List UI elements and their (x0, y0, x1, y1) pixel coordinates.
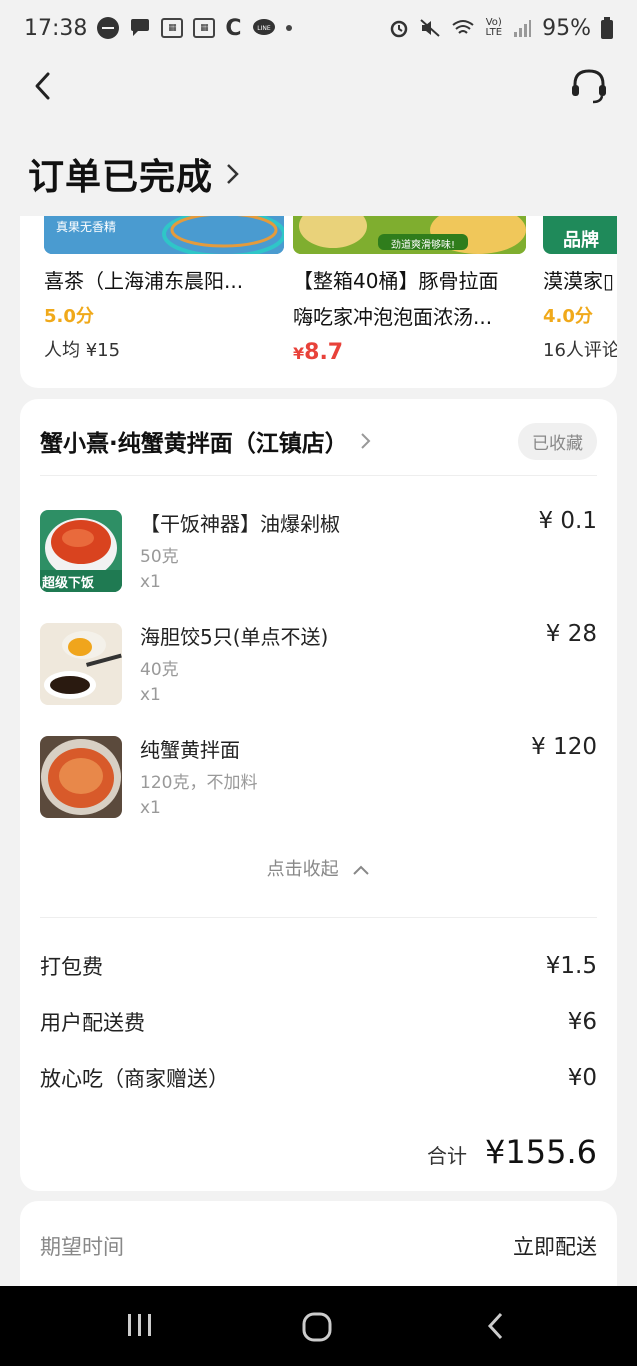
chevron-right-icon[interactable] (360, 431, 372, 451)
recommendation-score: 4.0分 (543, 306, 593, 327)
expected-time-label: 期望时间 (40, 1235, 124, 1259)
divider (40, 475, 597, 476)
recommendation-item[interactable]: 真果无香精 喜茶（上海浦东晨阳... 5.0分 人均 ¥15 (44, 216, 284, 362)
chevron-right-icon (227, 164, 239, 184)
item-name: 纯蟹黄拌面 (140, 738, 240, 762)
shop-header: 蟹小熹·纯蟹黄拌面（江镇店） 已收藏 (40, 421, 597, 461)
order-detail-card: 蟹小熹·纯蟹黄拌面（江镇店） 已收藏 超级下饭 【干饭神器】油爆剁椒 50克 x… (20, 399, 617, 1191)
recommendation-image: 劲道爽滑够味! (293, 216, 526, 254)
fee-row-delivery: 用户配送费 ¥6 (40, 1007, 597, 1037)
shop-name[interactable]: 蟹小熹·纯蟹黄拌面（江镇店） (40, 424, 348, 458)
back-arrow-icon (35, 72, 50, 100)
fee-value: ¥0 (567, 1065, 597, 1091)
home-button[interactable] (300, 1310, 340, 1344)
chevron-up-icon (353, 865, 370, 875)
alarm-icon (389, 18, 409, 38)
order-item[interactable]: 纯蟹黄拌面 120克，不加料 x1 ¥ 120 (40, 734, 597, 836)
total-row: 合计 ¥155.6 (427, 1133, 597, 1171)
collapse-label: 点击收起 (266, 859, 339, 880)
battery-icon (601, 17, 613, 39)
item-price: ¥ 28 (545, 621, 597, 647)
recommendation-item[interactable]: 品牌 漠漠家▯ 4.0分 16人评论 (543, 216, 617, 362)
status-time: 17:38 (24, 15, 88, 41)
expected-time-row: 期望时间 立即配送 (40, 1231, 597, 1261)
headset-icon (572, 69, 606, 104)
item-quantity: x1 (140, 572, 161, 592)
order-status-title-row[interactable]: 订单已完成 (28, 148, 241, 200)
line-icon: LINE (252, 18, 276, 38)
c-app-icon: C (225, 15, 242, 41)
item-price: ¥ 120 (531, 734, 597, 760)
collapse-button[interactable]: 点击收起 (20, 855, 617, 881)
fee-row-packaging: 打包费 ¥1.5 (40, 951, 597, 981)
wifi-icon (451, 18, 475, 38)
home-icon (302, 1312, 332, 1342)
recommendation-image: 品牌 (543, 216, 617, 254)
fee-label: 用户配送费 (40, 1011, 145, 1035)
item-quantity: x1 (140, 798, 161, 818)
app-notification-icon: ▦ (161, 18, 184, 38)
top-nav (0, 56, 637, 116)
currency-symbol: ¥ (293, 344, 305, 363)
fee-label: 放心吃（商家赠送） (40, 1067, 229, 1091)
back-button[interactable] (28, 68, 60, 104)
recommendation-price-value: 8.7 (304, 340, 344, 365)
mute-icon (419, 18, 441, 38)
fee-value: ¥1.5 (545, 953, 597, 979)
recommendation-carousel: 真果无香精 喜茶（上海浦东晨阳... 5.0分 人均 ¥15 劲道爽滑够味! 【… (20, 216, 617, 388)
recommendation-item[interactable]: 劲道爽滑够味! 【整箱40桶】豚骨拉面 嗨吃家冲泡泡面浓汤... ¥8.7 (293, 216, 526, 365)
page-title: 订单已完成 (28, 157, 214, 198)
total-value: ¥155.6 (485, 1133, 597, 1171)
divider (40, 917, 597, 918)
item-spec: 50克 (140, 547, 179, 567)
favorite-button[interactable]: 已收藏 (518, 422, 597, 460)
svg-text:LINE: LINE (257, 25, 271, 32)
dnd-icon (97, 17, 120, 39)
recommendation-image: 真果无香精 (44, 216, 284, 254)
item-thumbnail: 超级下饭 (40, 510, 122, 592)
status-bar: 17:38 ▦ ▦ C LINE Vo) LTE 95% (0, 0, 637, 56)
item-name: 【干饭神器】油爆剁椒 (140, 512, 340, 536)
item-price: ¥ 0.1 (538, 508, 597, 534)
recommendation-name-line1: 【整箱40桶】豚骨拉面 (293, 269, 499, 293)
recommendation-name: 漠漠家▯ (543, 269, 615, 293)
app-notification-icon-2: ▦ (193, 18, 216, 38)
item-quantity: x1 (140, 685, 161, 705)
status-right: Vo) LTE 95% (389, 16, 613, 41)
recommendation-banner-text: 品牌 (563, 230, 599, 251)
item-name: 海胆饺5只(单点不送) (140, 625, 329, 649)
recommendation-name-line2: 嗨吃家冲泡泡面浓汤... (293, 305, 493, 329)
recommendation-price: ¥8.7 (293, 340, 526, 365)
item-spec: 120克，不加料 (140, 773, 258, 793)
recommendation-avg-price: 人均 ¥15 (44, 340, 121, 361)
recommendation-banner-text: 劲道爽滑够味! (391, 240, 456, 251)
customer-service-button[interactable] (569, 66, 609, 106)
order-item[interactable]: 海胆饺5只(单点不送) 40克 x1 ¥ 28 (40, 621, 597, 723)
back-icon (487, 1312, 503, 1340)
volte-icon: Vo) LTE (485, 17, 503, 38)
system-nav-bar (0, 1286, 637, 1366)
battery-percent: 95% (542, 15, 591, 41)
total-label: 合计 (427, 1144, 468, 1168)
recommendation-score: 5.0分 (44, 306, 94, 327)
expected-time-value: 立即配送 (513, 1235, 597, 1259)
signal-icon (512, 18, 532, 38)
recommendation-banner-text: 真果无香精 (56, 220, 117, 234)
status-left: 17:38 ▦ ▦ C LINE (24, 16, 292, 41)
chat-bubble-icon (129, 18, 151, 38)
order-item[interactable]: 超级下饭 【干饭神器】油爆剁椒 50克 x1 ¥ 0.1 (40, 508, 597, 610)
item-badge-text: 超级下饭 (42, 576, 95, 591)
recommendation-review-count: 16人评论 (543, 340, 617, 361)
item-thumbnail (40, 736, 122, 818)
fee-label: 打包费 (40, 955, 103, 979)
item-spec: 40克 (140, 660, 179, 680)
more-notifications-icon (285, 25, 292, 31)
recommendation-name: 喜茶（上海浦东晨阳... (44, 269, 244, 293)
item-thumbnail (40, 623, 122, 705)
fee-value: ¥6 (567, 1009, 597, 1035)
recent-apps-icon (128, 1314, 151, 1336)
system-back-button[interactable] (484, 1310, 524, 1344)
recent-apps-button[interactable] (124, 1310, 164, 1344)
fee-row-insurance: 放心吃（商家赠送） ¥0 (40, 1063, 597, 1093)
